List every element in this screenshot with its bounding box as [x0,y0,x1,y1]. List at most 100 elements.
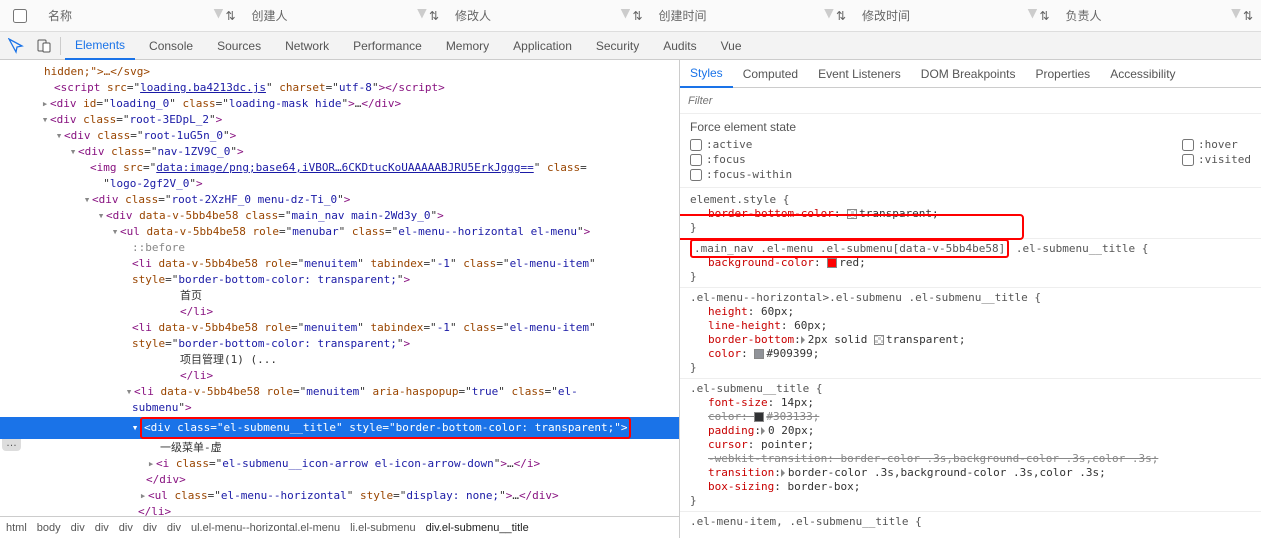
select-all-checkbox[interactable] [0,9,40,23]
tab-network[interactable]: Network [275,33,339,59]
rule-submenu-title[interactable]: .el-submenu__title { font-size: 14px; co… [680,379,1261,512]
tree-line[interactable]: <img src="data:image/png;base64,iVBOR…6C… [0,160,679,192]
tab-properties[interactable]: Properties [1025,61,1100,87]
tree-line[interactable]: <script src="loading.ba4213dc.js" charse… [0,80,679,96]
tree-line[interactable]: 一级菜单-虚 [0,440,679,456]
sort-icon: ⇅ [225,9,235,23]
sort-icon: ⇅ [836,9,846,23]
bc-html[interactable]: html [6,522,27,534]
tab-audits[interactable]: Audits [653,33,706,59]
col-name[interactable]: 名称⇅ [40,7,244,24]
tab-vue[interactable]: Vue [711,33,752,59]
bc-div[interactable]: div [119,522,133,534]
filter-icon [1027,9,1037,19]
rule-menu-item[interactable]: .el-menu-item, .el-submenu__title { [680,512,1261,532]
tree-line[interactable]: </li> [0,504,679,516]
inspect-icon[interactable] [4,34,28,58]
tree-line[interactable]: ▾<li data-v-5bb4be58 role="menuitem" ari… [0,384,679,400]
device-toggle-icon[interactable] [32,34,56,58]
tab-event-listeners[interactable]: Event Listeners [808,61,911,87]
devtools-toolbar: Elements Console Sources Network Perform… [0,32,1261,60]
col-modifier[interactable]: 修改人⇅ [447,7,651,24]
col-created[interactable]: 创建时间⇅ [651,7,855,24]
tree-line[interactable]: ▾<div class="root-1uG5n_0"> [0,128,679,144]
dom-tree[interactable]: hidden;">…</svg> <script src="loading.ba… [0,60,679,516]
tab-computed[interactable]: Computed [733,61,808,87]
tab-elements[interactable]: Elements [65,32,135,60]
breadcrumb: html body div div div div div ul.el-menu… [0,516,679,538]
tree-line[interactable]: <li data-v-5bb4be58 role="menuitem" tabi… [0,256,679,272]
tab-memory[interactable]: Memory [436,33,499,59]
bc-div[interactable]: div [71,522,85,534]
tab-performance[interactable]: Performance [343,33,432,59]
tree-line[interactable]: hidden;">…</svg> [0,64,679,80]
state-focus-within[interactable]: :focus-within [690,168,792,181]
tree-line[interactable]: ▸<ul class="el-menu--horizontal" style="… [0,488,679,504]
filter-icon [620,9,630,19]
col-owner[interactable]: 负责人⇅ [1058,7,1261,24]
bc-body[interactable]: body [37,522,61,534]
tab-dom-breakpoints[interactable]: DOM Breakpoints [911,61,1026,87]
color-swatch-icon[interactable] [874,335,884,345]
tree-line[interactable]: submenu"> [0,400,679,416]
filter-icon [1231,9,1241,19]
sort-icon: ⇅ [1243,9,1253,23]
color-swatch-icon[interactable] [847,209,857,219]
tab-security[interactable]: Security [586,33,649,59]
tree-line[interactable]: style="border-bottom-color: transparent;… [0,336,679,352]
color-swatch-icon[interactable] [754,412,764,422]
tab-sources[interactable]: Sources [207,33,271,59]
bc-ul[interactable]: ul.el-menu--horizontal.el-menu [191,522,340,534]
bc-div[interactable]: div [143,522,157,534]
state-visited[interactable]: :visited [1182,153,1251,166]
expand-icon[interactable] [761,427,765,435]
page-table-header: 名称⇅ 创建人⇅ 修改人⇅ 创建时间⇅ 修改时间⇅ 负责人⇅ [0,0,1261,32]
elements-panel: … hidden;">…</svg> <script src="loading.… [0,60,680,538]
rule-main-nav[interactable]: .main_nav .el-menu .el-submenu[data-v-5b… [680,239,1261,288]
tree-line[interactable]: ▾<div class="root-3EDpL_2"> [0,112,679,128]
tree-line[interactable]: ▸<i class="el-submenu__icon-arrow el-ico… [0,456,679,472]
tree-line[interactable]: </li> [0,304,679,320]
expand-icon[interactable] [801,336,805,344]
tree-line[interactable]: ▾<ul data-v-5bb4be58 role="menubar" clas… [0,224,679,240]
state-hover[interactable]: :hover [1182,138,1251,151]
tree-line[interactable]: </div> [0,472,679,488]
sort-icon: ⇅ [1039,9,1049,23]
color-swatch-icon[interactable] [827,258,837,268]
filter-input[interactable] [688,95,1253,107]
tree-line[interactable]: 项目管理(1) (... [0,352,679,368]
selected-element[interactable]: ▾<div class="el-submenu__title" style="b… [0,417,679,439]
col-creator[interactable]: 创建人⇅ [244,7,448,24]
tab-accessibility[interactable]: Accessibility [1100,61,1185,87]
bc-div[interactable]: div [167,522,181,534]
bc-current[interactable]: div.el-submenu__title [426,522,529,534]
styles-rules[interactable]: element.style { border-bottom-color: tra… [680,188,1261,538]
tree-line[interactable]: <li data-v-5bb4be58 role="menuitem" tabi… [0,320,679,336]
tab-application[interactable]: Application [503,33,582,59]
filter-icon [417,9,427,19]
expand-icon[interactable] [781,469,785,477]
tab-styles[interactable]: Styles [680,60,733,88]
rule-element-style[interactable]: element.style { border-bottom-color: tra… [680,190,1261,239]
col-modified[interactable]: 修改时间⇅ [854,7,1058,24]
tree-line[interactable]: ▾<div class="root-2XzHF_0 menu-dz-Ti_0"> [0,192,679,208]
tree-line[interactable]: style="border-bottom-color: transparent;… [0,272,679,288]
bc-li[interactable]: li.el-submenu [350,522,415,534]
rule-horizontal-submenu[interactable]: .el-menu--horizontal>.el-submenu .el-sub… [680,288,1261,379]
tree-line[interactable]: ▸<div id="loading_0" class="loading-mask… [0,96,679,112]
force-title: Force element state [690,120,1251,134]
tree-line[interactable]: ▾<div data-v-5bb4be58 class="main_nav ma… [0,208,679,224]
sort-icon: ⇅ [429,9,439,23]
force-element-state: Force element state :active :focus :focu… [680,114,1261,188]
filter-icon [213,9,223,19]
state-active[interactable]: :active [690,138,792,151]
styles-filter[interactable] [680,88,1261,114]
tab-console[interactable]: Console [139,33,203,59]
tree-line[interactable]: ▾<div class="nav-1ZV9C_0"> [0,144,679,160]
tree-line[interactable]: </li> [0,368,679,384]
state-focus[interactable]: :focus [690,153,792,166]
tree-line[interactable]: 首页 [0,288,679,304]
bc-div[interactable]: div [95,522,109,534]
tree-line[interactable]: ::before [0,240,679,256]
color-swatch-icon[interactable] [754,349,764,359]
